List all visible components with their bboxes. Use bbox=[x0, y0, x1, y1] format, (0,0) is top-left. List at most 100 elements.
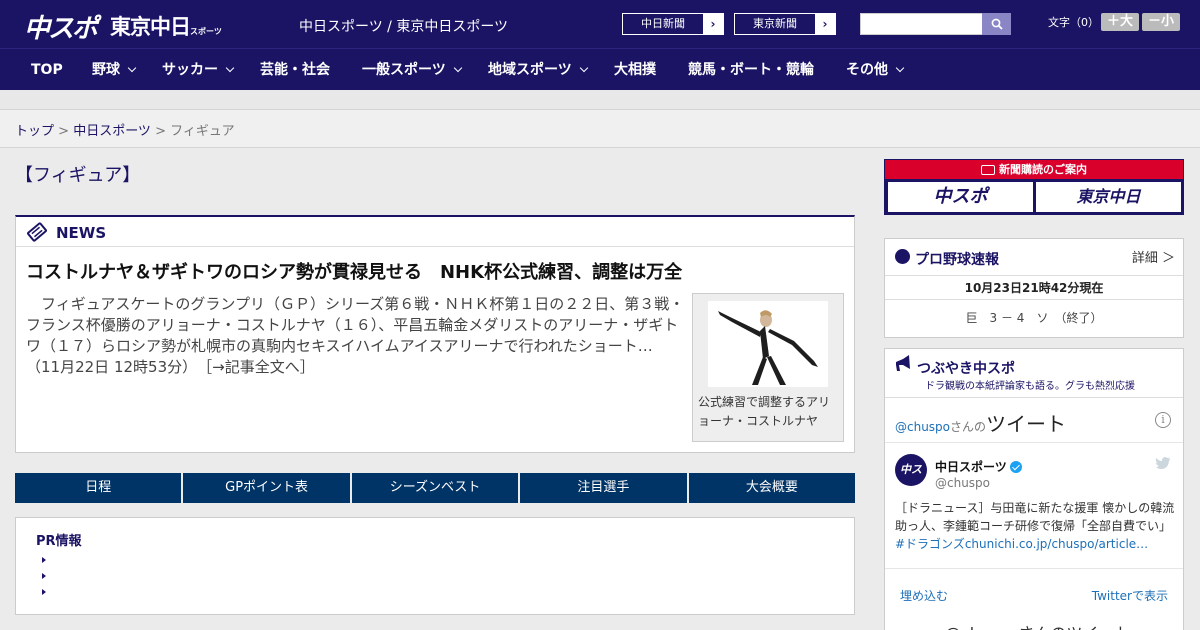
twitter-timeline: @chuspoさんのツイート i 中スポ 中日スポーツ @chuspo ［ドラニ… bbox=[885, 397, 1183, 630]
nav-item-label: TOP bbox=[31, 62, 63, 78]
news-box: NEWS コストルナヤ＆ザギトワのロシア勢が貫禄見せる NHK杯公式練習、調整は… bbox=[15, 215, 855, 453]
paper-button-label: 東京新聞 bbox=[753, 17, 797, 30]
nav-item-general-sports[interactable]: 一般スポーツ bbox=[362, 49, 462, 91]
tab-gp-points[interactable]: GPポイント表 bbox=[183, 473, 350, 503]
tweet-text: ［ドラニュース］与田竜に新たな援軍 懐かしの韓流助っ人、李鍾範コーチ研修で復帰「… bbox=[895, 499, 1177, 553]
bullet-icon bbox=[42, 573, 46, 579]
nav-item-regional-sports[interactable]: 地域スポーツ bbox=[488, 49, 588, 91]
chunichi-shimbun-button[interactable]: 中日新聞 › bbox=[622, 13, 724, 35]
search-button[interactable] bbox=[982, 13, 1011, 35]
baseball-time: 10月23日21時42分現在 bbox=[885, 276, 1183, 300]
nav-item-label: 野球 bbox=[92, 62, 120, 78]
tweet-author-name: 中日スポーツ bbox=[935, 460, 1007, 474]
avatar[interactable]: 中スポ bbox=[895, 454, 927, 508]
nav-item-racing[interactable]: 競馬・ボート・競輪 bbox=[688, 49, 814, 91]
search-input[interactable] bbox=[860, 13, 983, 35]
timeline-handle[interactable]: @chuspo bbox=[895, 420, 950, 434]
breadcrumb-top[interactable]: トップ bbox=[15, 124, 54, 139]
tab-event-overview[interactable]: 大会概要 bbox=[688, 473, 856, 503]
logo-tokyo-small: スポーツ bbox=[190, 27, 222, 36]
tab-featured-skaters[interactable]: 注目選手 bbox=[520, 473, 687, 503]
chevron-down-icon bbox=[453, 63, 462, 73]
font-smaller-button[interactable]: －小 bbox=[1142, 13, 1180, 31]
main-nav: TOP 野球 サッカー 芸能・社会 一般スポーツ 地域スポーツ 大相撲 競馬・ボ… bbox=[0, 48, 1200, 90]
figure-tabs: 日程 GPポイント表 シーズンベスト 注目選手 大会概要 bbox=[15, 473, 856, 503]
tweet-divider bbox=[885, 442, 1183, 443]
tweet-footer-divider bbox=[885, 568, 1183, 569]
baseball-scores-box: プロ野球速報 詳細 ＞ 10月23日21時42分現在 巨 3 － 4 ソ （終了… bbox=[884, 238, 1184, 338]
logo-tokyo-text: 東京中日 bbox=[110, 15, 191, 39]
twitter-bird-icon[interactable] bbox=[1155, 456, 1171, 470]
news-label: NEWS bbox=[56, 224, 107, 242]
tokyo-shimbun-button[interactable]: 東京新聞 › bbox=[734, 13, 836, 35]
photo-caption: 公式練習で調整するアリョーナ・コストルナヤ bbox=[698, 395, 831, 428]
nav-item-others[interactable]: その他 bbox=[846, 49, 905, 91]
bullet-icon bbox=[42, 589, 46, 595]
logo-chuspo[interactable]: 中スポ bbox=[24, 8, 98, 45]
breadcrumb-chunichi[interactable]: 中日スポーツ bbox=[73, 124, 151, 139]
breadcrumb: トップ > 中日スポーツ > フィギュア bbox=[0, 110, 1200, 148]
nav-item-baseball[interactable]: 野球 bbox=[92, 49, 137, 91]
paper-button-label: 中日新聞 bbox=[641, 17, 685, 30]
twitter-box: つぶやき中スポ ドラ観戦の本紙評論家も語る。グラも熱烈応援 @chuspoさんの… bbox=[884, 348, 1184, 630]
nav-item-entertainment[interactable]: 芸能・社会 bbox=[260, 49, 330, 91]
timeline-header: @chuspoさんのツイート bbox=[895, 408, 1066, 437]
tweet-text-body: ［ドラニュース］与田竜に新たな援軍 懐かしの韓流助っ人、李鍾範コーチ研修で復帰「… bbox=[895, 501, 1175, 533]
nav-item-label: 一般スポーツ bbox=[362, 62, 446, 78]
subscribe-chuspo-logo[interactable]: 中スポ bbox=[888, 182, 1033, 212]
subscription-banner[interactable]: 新聞購読のご案内 中スポ 東京中日 bbox=[884, 159, 1184, 215]
chevron-down-icon bbox=[895, 63, 905, 73]
article-body: フィギュアスケートのグランプリ（ＧＰ）シリーズ第６戦・ＮＨＫ杯第１日の２２日、第… bbox=[26, 294, 686, 378]
tweet-box-title: つぶやき中スポ bbox=[917, 361, 1015, 377]
info-icon[interactable]: i bbox=[1155, 412, 1171, 428]
subscription-heading-text: 新聞購読のご案内 bbox=[999, 163, 1087, 176]
breadcrumb-sep: > bbox=[150, 124, 171, 139]
bullet-icon bbox=[42, 557, 46, 563]
nav-item-top[interactable]: TOP bbox=[31, 49, 63, 91]
site-link[interactable]: 中日スポーツ / 東京中日スポーツ bbox=[299, 16, 508, 36]
nav-item-label: 地域スポーツ bbox=[488, 62, 572, 78]
font-larger-button[interactable]: ＋大 bbox=[1101, 13, 1139, 31]
main-content: 【フィギュア】 NEWS コストルナヤ＆ザギトワのロシア勢が貫禄見せる NHK杯… bbox=[0, 149, 870, 630]
article-title[interactable]: コストルナヤ＆ザギトワのロシア勢が貫禄見せる NHK杯公式練習、調整は万全 bbox=[26, 258, 682, 284]
timeline-bottom-text: @chuspoさんのツイート bbox=[945, 620, 1130, 630]
fontsize-label: 文字（0） bbox=[1048, 16, 1099, 29]
article-photo-box[interactable]: 公式練習で調整するアリョーナ・コストルナヤ bbox=[692, 293, 844, 442]
timeline-word: ツイート bbox=[986, 412, 1067, 436]
news-header: NEWS bbox=[16, 217, 854, 247]
newspaper-icon bbox=[981, 165, 995, 175]
baseball-detail-link[interactable]: 詳細 ＞ bbox=[1132, 247, 1175, 266]
verified-icon bbox=[1009, 460, 1022, 473]
tweet-author[interactable]: 中日スポーツ bbox=[935, 456, 1022, 475]
nav-item-label: その他 bbox=[846, 62, 888, 78]
pr-title: PR情報 bbox=[36, 534, 82, 549]
chevron-right-icon: › bbox=[703, 14, 723, 34]
tab-schedule[interactable]: 日程 bbox=[15, 473, 182, 503]
chevron-down-icon bbox=[127, 63, 137, 73]
article-body-text: フィギュアスケートのグランプリ（ＧＰ）シリーズ第６戦・ＮＨＫ杯第１日の２２日、第… bbox=[26, 295, 685, 376]
search-icon bbox=[991, 18, 1003, 30]
embed-link[interactable]: 埋め込む bbox=[900, 587, 948, 604]
tweet-author-handle[interactable]: @chuspo bbox=[935, 476, 990, 490]
nav-item-sumo[interactable]: 大相撲 bbox=[614, 49, 656, 91]
logo-tokyo-chunichi[interactable]: 東京中日スポーツ bbox=[110, 11, 222, 41]
nav-item-soccer[interactable]: サッカー bbox=[162, 49, 235, 91]
breadcrumb-sep: > bbox=[54, 124, 74, 139]
tab-season-best[interactable]: シーズンベスト bbox=[351, 473, 519, 503]
nav-item-label: 芸能・社会 bbox=[260, 62, 330, 78]
baseball-icon bbox=[895, 249, 910, 264]
nav-item-label: 大相撲 bbox=[614, 62, 656, 78]
page-title: 【フィギュア】 bbox=[15, 165, 141, 186]
pr-box: PR情報 bbox=[15, 517, 855, 615]
tweet-link[interactable]: #ドラゴンズchunichi.co.jp/chuspo/article… bbox=[895, 537, 1148, 551]
subscribe-tokyo-logo[interactable]: 東京中日 bbox=[1036, 182, 1181, 212]
article-more-link[interactable]: ［→記事全文へ］ bbox=[205, 358, 315, 376]
view-on-twitter-link[interactable]: Twitterで表示 bbox=[1092, 587, 1168, 604]
news-icon bbox=[27, 222, 47, 242]
article-photo bbox=[708, 301, 828, 387]
chevron-right-icon: › bbox=[815, 14, 835, 34]
baseball-title: プロ野球速報 bbox=[915, 252, 999, 268]
tweet-box-subtitle: ドラ観戦の本紙評論家も語る。グラも熱烈応援 bbox=[925, 381, 1135, 392]
megaphone-icon bbox=[896, 355, 910, 371]
baseball-score[interactable]: 巨 3 － 4 ソ （終了） bbox=[885, 309, 1183, 326]
